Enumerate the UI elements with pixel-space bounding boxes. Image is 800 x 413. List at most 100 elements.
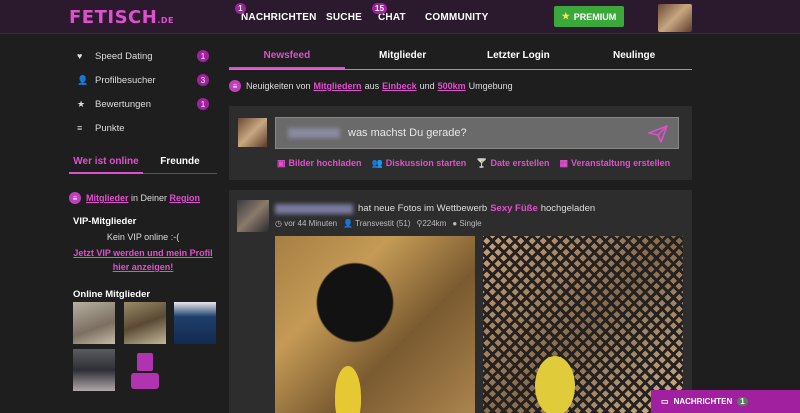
members-link[interactable]: Mitgliedern <box>314 81 362 91</box>
region-text: in Deiner <box>128 193 170 203</box>
create-date-button[interactable]: 🍸 Date erstellen <box>476 158 549 169</box>
post-distance: 224km <box>422 219 447 228</box>
member-thumb[interactable] <box>124 302 166 344</box>
member-thumb[interactable] <box>73 349 115 391</box>
nav-label: NACHRICHTEN <box>241 12 317 23</box>
contest-link[interactable]: Sexy Füße <box>490 203 538 214</box>
online-members-title: Online Mitglieder <box>73 289 151 300</box>
avatar[interactable] <box>237 200 269 232</box>
nav-badge: 15 <box>372 3 388 14</box>
post-text-suffix: hochgeladen <box>540 203 596 214</box>
nav-suche[interactable]: SUCHE <box>326 12 362 23</box>
vip-none-text: Kein VIP online :-( <box>106 232 180 242</box>
send-icon[interactable] <box>648 125 668 146</box>
blurred-username <box>288 128 340 138</box>
database-icon: ≡ <box>77 123 83 133</box>
sidebar-item-speed-dating[interactable]: ♥ Speed Dating 1 <box>69 44 217 68</box>
messages-bar[interactable]: ▭ NACHRICHTEN 1 <box>651 390 800 413</box>
status-input[interactable]: was machst Du gerade? <box>275 117 679 149</box>
avatar <box>238 118 267 147</box>
image-icon: ▣ <box>277 158 286 168</box>
post-photo[interactable] <box>275 236 475 413</box>
feed-post: hat neue Fotos im Wettbewerb Sexy Füße h… <box>229 190 692 413</box>
premium-button[interactable]: ★ PREMIUM <box>554 6 624 27</box>
post-text: hat neue Fotos im Wettbewerb <box>358 203 488 214</box>
status-icon: ● Single <box>452 219 482 228</box>
vip-cta-link[interactable]: Jetzt VIP werden und mein Profil hier an… <box>69 246 217 274</box>
sidebar-item-label: Bewertungen <box>95 98 151 110</box>
status-composer: was machst Du gerade? ▣ Bilder hochladen … <box>229 106 692 180</box>
blurred-username[interactable] <box>275 203 353 214</box>
user-silhouette-icon <box>131 353 159 389</box>
count-badge: 1 <box>197 98 209 110</box>
nav-label: COMMUNITY <box>425 12 489 23</box>
sidebar-item-label: Profilbesucher <box>95 74 156 86</box>
post-header: hat neue Fotos im Wettbewerb Sexy Füße h… <box>275 203 595 214</box>
sidebar-item-punkte[interactable]: ≡ Punkte <box>69 116 217 140</box>
users-icon: 👥 <box>371 158 383 168</box>
photo-detail <box>335 366 361 413</box>
member-thumb[interactable] <box>174 302 216 344</box>
members-link[interactable]: Mitglieder <box>86 193 129 203</box>
action-label: Bilder hochladen <box>288 158 362 168</box>
radius-link[interactable]: 500km <box>438 81 466 91</box>
location-icon: ⚲224km <box>416 219 447 228</box>
sidebar-item-bewertungen[interactable]: ★ Bewertungen 1 <box>69 92 217 116</box>
user-icon: 👤 Transvestit (51) <box>343 219 411 228</box>
inbox-icon: ▭ <box>661 397 669 406</box>
filter-icon[interactable]: ≡ <box>229 80 241 92</box>
tab-freunde[interactable]: Freunde <box>143 152 217 174</box>
premium-label: PREMIUM <box>573 11 617 22</box>
post-status: Single <box>459 219 482 228</box>
nav-chat[interactable]: 15 CHAT <box>372 3 406 23</box>
user-icon: 👤 <box>77 74 89 85</box>
messages-bar-label: NACHRICHTEN <box>673 397 733 406</box>
post-user-type: Transvestit (51) <box>355 219 411 228</box>
start-discussion-button[interactable]: 👥 Diskussion starten <box>372 158 467 169</box>
upload-photos-button[interactable]: ▣ Bilder hochladen <box>277 158 362 169</box>
tab-mitglieder[interactable]: Mitglieder <box>345 44 461 69</box>
calendar-icon: ▦ <box>559 158 569 168</box>
sidebar: ♥ Speed Dating 1 👤 Profilbesucher 3 ★ Be… <box>69 44 217 391</box>
tab-letzter-login[interactable]: Letzter Login <box>461 44 577 69</box>
main-tabs: Newsfeed Mitglieder Letzter Login Neulin… <box>229 44 692 70</box>
post-photo[interactable] <box>483 236 683 413</box>
tab-wer-ist-online[interactable]: Wer ist online <box>69 152 143 174</box>
messages-count: 1 <box>737 397 748 406</box>
top-navigation: FETISCH.DE 1 NACHRICHTEN SUCHE 15 CHAT C… <box>0 0 800 34</box>
tab-neulinge[interactable]: Neulinge <box>576 44 692 69</box>
cocktail-icon: 🍸 <box>476 158 488 168</box>
star-icon: ★ <box>77 98 86 109</box>
nav-label: SUCHE <box>326 12 363 23</box>
count-badge: 1 <box>197 50 209 62</box>
count-badge: 3 <box>197 74 209 86</box>
star-icon: ★ <box>561 11 570 21</box>
sidebar-item-profilbesucher[interactable]: 👤 Profilbesucher 3 <box>69 68 217 92</box>
sidebar-item-label: Speed Dating <box>95 50 153 62</box>
avatar[interactable] <box>658 4 692 32</box>
composer-actions: ▣ Bilder hochladen 👥 Diskussion starten 🍸 D… <box>277 158 670 169</box>
member-thumb[interactable] <box>73 302 115 344</box>
logo[interactable]: FETISCH.DE <box>69 7 174 28</box>
heart-icon: ♥ <box>77 51 83 61</box>
status-placeholder: was machst Du gerade? <box>348 127 467 139</box>
city-link[interactable]: Einbeck <box>382 81 417 91</box>
logo-text: FETISCH <box>69 7 158 28</box>
news-filter-line: ≡ Neuigkeiten von Mitgliedern aus Einbec… <box>229 80 513 92</box>
nav-community[interactable]: COMMUNITY <box>425 12 488 23</box>
filter-icon: ≡ <box>69 192 81 204</box>
sidebar-item-label: Punkte <box>95 122 125 134</box>
action-label: Diskussion starten <box>385 158 467 168</box>
news-prefix: Neuigkeiten von <box>246 81 311 91</box>
post-time: vor 44 Minuten <box>284 219 338 228</box>
action-label: Date erstellen <box>490 158 550 168</box>
member-thumb-placeholder[interactable] <box>124 349 166 391</box>
nav-nachrichten[interactable]: 1 NACHRICHTEN <box>235 3 317 23</box>
tab-newsfeed[interactable]: Newsfeed <box>229 44 345 69</box>
clock-icon: ◷ vor 44 Minuten <box>275 219 338 228</box>
region-link[interactable]: Region <box>170 193 201 203</box>
news-text: und <box>419 81 435 91</box>
action-label: Veranstaltung erstellen <box>571 158 671 168</box>
nav-badge: 1 <box>235 3 246 14</box>
create-event-button[interactable]: ▦ Veranstaltung erstellen <box>560 158 671 169</box>
